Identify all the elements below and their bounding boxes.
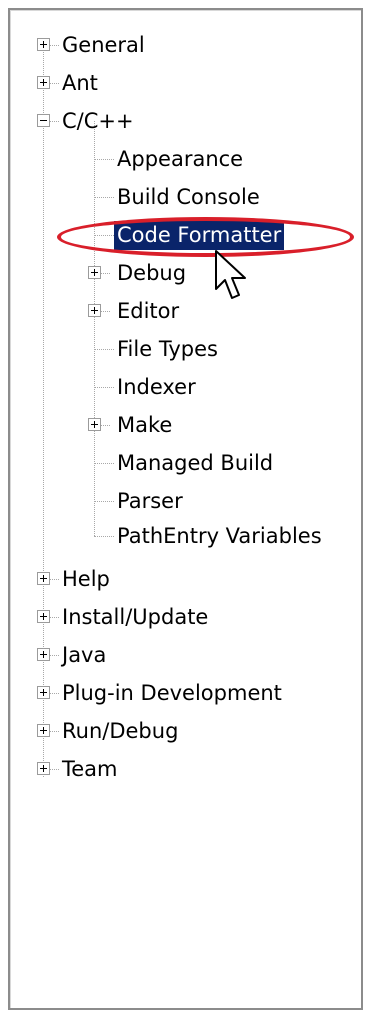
tree-item-plugin-development[interactable]: Plug-in Development	[10, 674, 361, 712]
tree-item-label: Build Console	[117, 185, 260, 209]
tree-item-label-selected: Code Formatter	[114, 221, 285, 250]
tree-item-label: Team	[62, 757, 118, 781]
tree-item-label: C/C++	[62, 109, 134, 133]
tree-item-label: PathEntry Variables	[117, 524, 322, 548]
tree-item-parser[interactable]: Parser	[10, 482, 361, 520]
preferences-tree-panel: General Ant C/C++ Appearance Build Conso…	[8, 8, 363, 1010]
tree-item-run-debug[interactable]: Run/Debug	[10, 712, 361, 750]
plus-box-icon[interactable]	[37, 572, 50, 585]
tree-item-file-types[interactable]: File Types	[10, 330, 361, 368]
tree-item-general[interactable]: General	[10, 26, 361, 64]
tree-item-label: Run/Debug	[62, 719, 179, 743]
tree-item-editor[interactable]: Editor	[10, 292, 361, 330]
tree-item-label: Help	[62, 567, 110, 591]
plus-box-icon[interactable]	[37, 38, 50, 51]
tree-item-label: Install/Update	[62, 605, 209, 629]
tree-item-ant[interactable]: Ant	[10, 64, 361, 102]
tree-item-help[interactable]: Help	[10, 560, 361, 598]
plus-box-icon[interactable]	[88, 304, 101, 317]
plus-box-icon[interactable]	[37, 76, 50, 89]
tree-item-appearance[interactable]: Appearance	[10, 140, 361, 178]
tree-item-label: Plug-in Development	[62, 681, 282, 705]
tree-item-code-formatter[interactable]: Code Formatter	[10, 216, 361, 254]
tree-item-label: Ant	[62, 71, 98, 95]
plus-box-icon[interactable]	[37, 610, 50, 623]
tree-item-label: Parser	[117, 489, 183, 513]
tree-item-label: Managed Build	[117, 451, 274, 475]
tree-item-label: General	[62, 33, 145, 57]
tree-item-indexer[interactable]: Indexer	[10, 368, 361, 406]
tree-item-cpp[interactable]: C/C++	[10, 102, 361, 140]
tree-item-label: Editor	[117, 299, 180, 323]
tree-item-label: Java	[62, 643, 107, 667]
plus-box-icon[interactable]	[37, 762, 50, 775]
tree-item-label: File Types	[117, 337, 218, 361]
tree-item-build-console[interactable]: Build Console	[10, 178, 361, 216]
plus-box-icon[interactable]	[88, 418, 101, 431]
tree-item-pathentry-variables[interactable]: PathEntry Variables	[10, 517, 361, 555]
plus-box-icon[interactable]	[88, 266, 101, 279]
tree-item-managed-build[interactable]: Managed Build	[10, 444, 361, 482]
tree-item-label: Indexer	[117, 375, 196, 399]
tree-item-label: Make	[117, 413, 173, 437]
plus-box-icon[interactable]	[37, 686, 50, 699]
tree-item-java[interactable]: Java	[10, 636, 361, 674]
tree-item-label: Debug	[117, 261, 187, 285]
tree-item-debug[interactable]: Debug	[10, 254, 361, 292]
tree-item-team[interactable]: Team	[10, 750, 361, 788]
plus-box-icon[interactable]	[37, 724, 50, 737]
minus-box-icon[interactable]	[37, 114, 50, 127]
tree-item-install-update[interactable]: Install/Update	[10, 598, 361, 636]
preferences-tree[interactable]: General Ant C/C++ Appearance Build Conso…	[10, 10, 361, 1008]
tree-item-label: Appearance	[117, 147, 244, 171]
tree-item-make[interactable]: Make	[10, 406, 361, 444]
plus-box-icon[interactable]	[37, 648, 50, 661]
